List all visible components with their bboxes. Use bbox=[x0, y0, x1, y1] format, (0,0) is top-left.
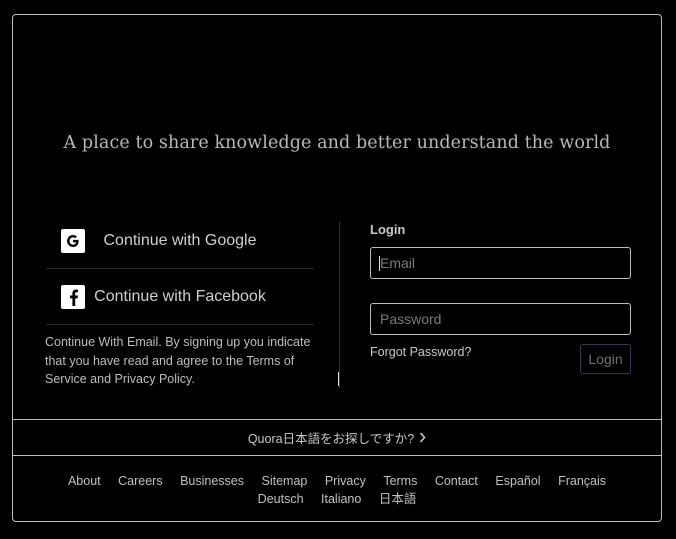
language-prompt-text: Quora日本語をお探しですか? bbox=[247, 432, 415, 446]
chevron-right-icon bbox=[419, 432, 426, 443]
footer-link-about[interactable]: About bbox=[68, 474, 101, 488]
footer-link-terms[interactable]: Terms bbox=[383, 474, 417, 488]
email-field-caret bbox=[379, 256, 380, 271]
signup-disclaimer-and: and bbox=[86, 372, 115, 386]
email-signup-note: Continue With Email. By signing up you i… bbox=[45, 333, 313, 389]
footer-link-careers[interactable]: Careers bbox=[118, 474, 162, 488]
footer-link-japanese[interactable]: 日本語 bbox=[379, 492, 417, 506]
continue-with-google-button[interactable]: Continue with Google bbox=[46, 213, 314, 269]
signup-disclaimer-end: . bbox=[191, 372, 195, 386]
footer-links: About Careers Businesses Sitemap Privacy… bbox=[33, 472, 641, 508]
footer-link-francais[interactable]: Français bbox=[558, 474, 606, 488]
signup-card: A place to share knowledge and better un… bbox=[12, 14, 662, 522]
facebook-button-label: Continue with Facebook bbox=[94, 287, 266, 305]
privacy-policy-link[interactable]: Privacy Policy bbox=[115, 372, 192, 386]
footer-link-businesses[interactable]: Businesses bbox=[180, 474, 244, 488]
footer-link-privacy[interactable]: Privacy bbox=[325, 474, 366, 488]
footer-link-deutsch[interactable]: Deutsch bbox=[258, 492, 304, 506]
login-button[interactable]: Login bbox=[580, 344, 631, 374]
footer-link-italiano[interactable]: Italiano bbox=[321, 492, 361, 506]
google-button-label: Continue with Google bbox=[103, 231, 257, 249]
footer-link-sitemap[interactable]: Sitemap bbox=[262, 474, 308, 488]
text-cursor-mark bbox=[338, 372, 339, 386]
language-prompt-link[interactable]: Quora日本語をお探しですか? bbox=[13, 419, 661, 456]
password-field[interactable] bbox=[370, 303, 631, 335]
footer-link-espanol[interactable]: Español bbox=[495, 474, 540, 488]
footer-link-contact[interactable]: Contact bbox=[435, 474, 478, 488]
login-title: Login bbox=[370, 222, 406, 237]
continue-with-email-link[interactable]: Continue With Email bbox=[45, 335, 158, 349]
forgot-password-link[interactable]: Forgot Password? bbox=[370, 345, 471, 359]
vertical-divider bbox=[339, 222, 340, 388]
continue-with-facebook-button[interactable]: Continue with Facebook bbox=[46, 269, 314, 325]
email-field[interactable] bbox=[370, 247, 631, 279]
tagline: A place to share knowledge and better un… bbox=[63, 133, 611, 153]
